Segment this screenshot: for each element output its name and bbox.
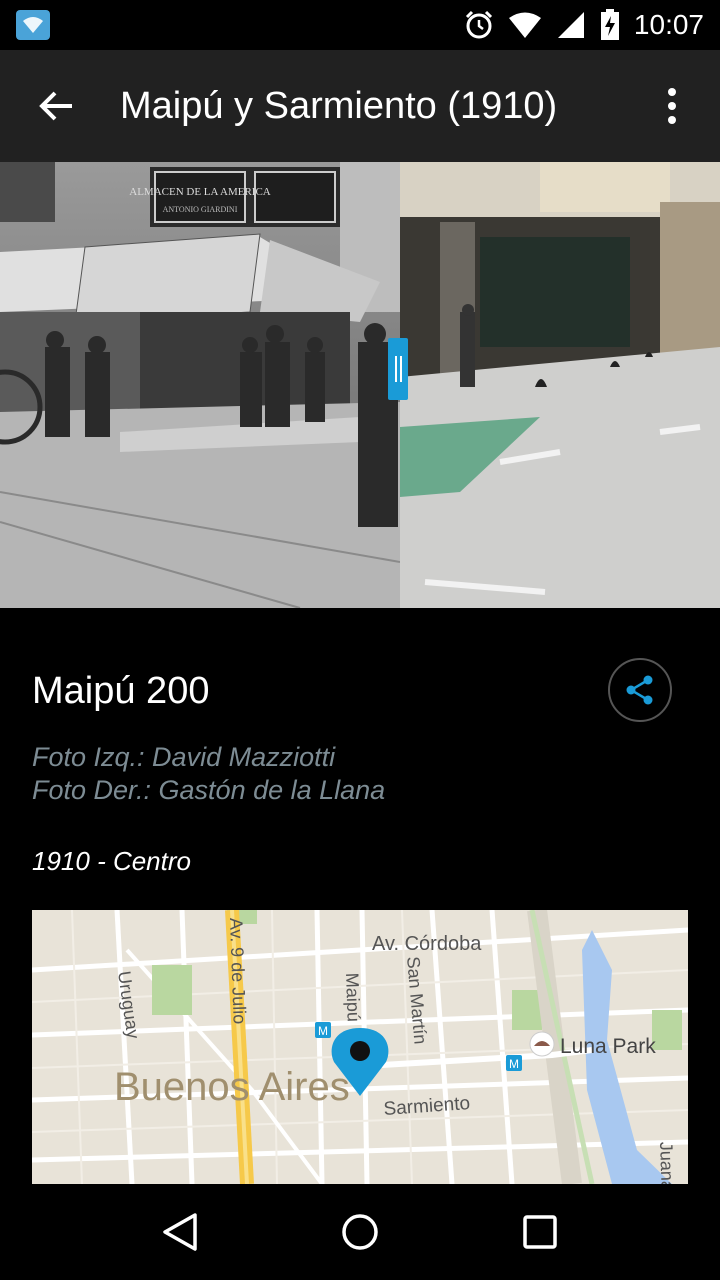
map-street-maipu: Maipú xyxy=(342,972,364,1022)
status-time: 10:07 xyxy=(633,9,704,40)
historic-sign-text: ALMACEN DE LA AMERICA xyxy=(129,186,271,198)
alarm-icon xyxy=(465,10,492,39)
battery-charging-icon xyxy=(600,9,619,40)
recents-square-icon xyxy=(523,1215,557,1249)
historic-sign-subtext: ANTONIO GIARDINI xyxy=(163,205,238,214)
map-street-9-de-julio: Av. 9 de Julio xyxy=(226,917,250,1024)
back-triangle-icon xyxy=(163,1213,197,1251)
nav-recents-button[interactable] xyxy=(500,1192,580,1272)
svg-text:M: M xyxy=(509,1057,519,1071)
cell-signal-icon xyxy=(557,12,584,38)
home-circle-icon xyxy=(342,1214,378,1250)
address-title: Maipú 200 xyxy=(32,670,210,712)
wifi-signal-icon xyxy=(508,12,541,38)
photo-credit-right: Foto Der.: Gastón de la Llana xyxy=(32,775,386,805)
wifi-notification-icon xyxy=(16,10,50,40)
share-icon xyxy=(626,675,653,705)
location-map[interactable]: Av. Córdoba Av. 9 de Julio Uruguay Maipú… xyxy=(32,910,688,1184)
status-bar: 10:07 xyxy=(0,0,720,50)
map-street-juana: Juana xyxy=(656,1141,678,1184)
map-city-label: Buenos Aires xyxy=(114,1065,350,1109)
map-street-cordoba: Av. Córdoba xyxy=(372,933,482,955)
nav-home-button[interactable] xyxy=(320,1192,400,1272)
overflow-menu-button[interactable] xyxy=(624,50,720,162)
photo-compare-viewer[interactable]: ALMACEN DE LA AMERICA ANTONIO GIARDINI xyxy=(0,162,720,608)
nav-back-button[interactable] xyxy=(140,1192,220,1272)
arrow-back-icon xyxy=(39,91,72,121)
map-poi-luna-park: Luna Park xyxy=(560,1035,656,1058)
map-canvas: Av. Córdoba Av. 9 de Julio Uruguay Maipú… xyxy=(32,910,688,1184)
modern-photo xyxy=(400,162,720,608)
app-bar: Maipú y Sarmiento (1910) xyxy=(0,50,720,162)
historic-photo: ALMACEN DE LA AMERICA ANTONIO GIARDINI xyxy=(0,162,400,608)
system-nav-bar xyxy=(0,1184,720,1280)
share-button[interactable] xyxy=(608,658,672,722)
photo-credit-left: Foto Izq.: David Mazziotti xyxy=(32,742,336,772)
detail-panel: Maipú 200 Foto Izq.: David Mazziotti Fot… xyxy=(0,608,720,1184)
svg-text:M: M xyxy=(318,1024,328,1038)
back-button[interactable] xyxy=(0,50,112,162)
more-vert-icon xyxy=(668,88,676,124)
year-zone-label: 1910 - Centro xyxy=(32,846,191,876)
compare-slider-handle[interactable] xyxy=(388,338,408,400)
page-title: Maipú y Sarmiento (1910) xyxy=(120,84,558,127)
